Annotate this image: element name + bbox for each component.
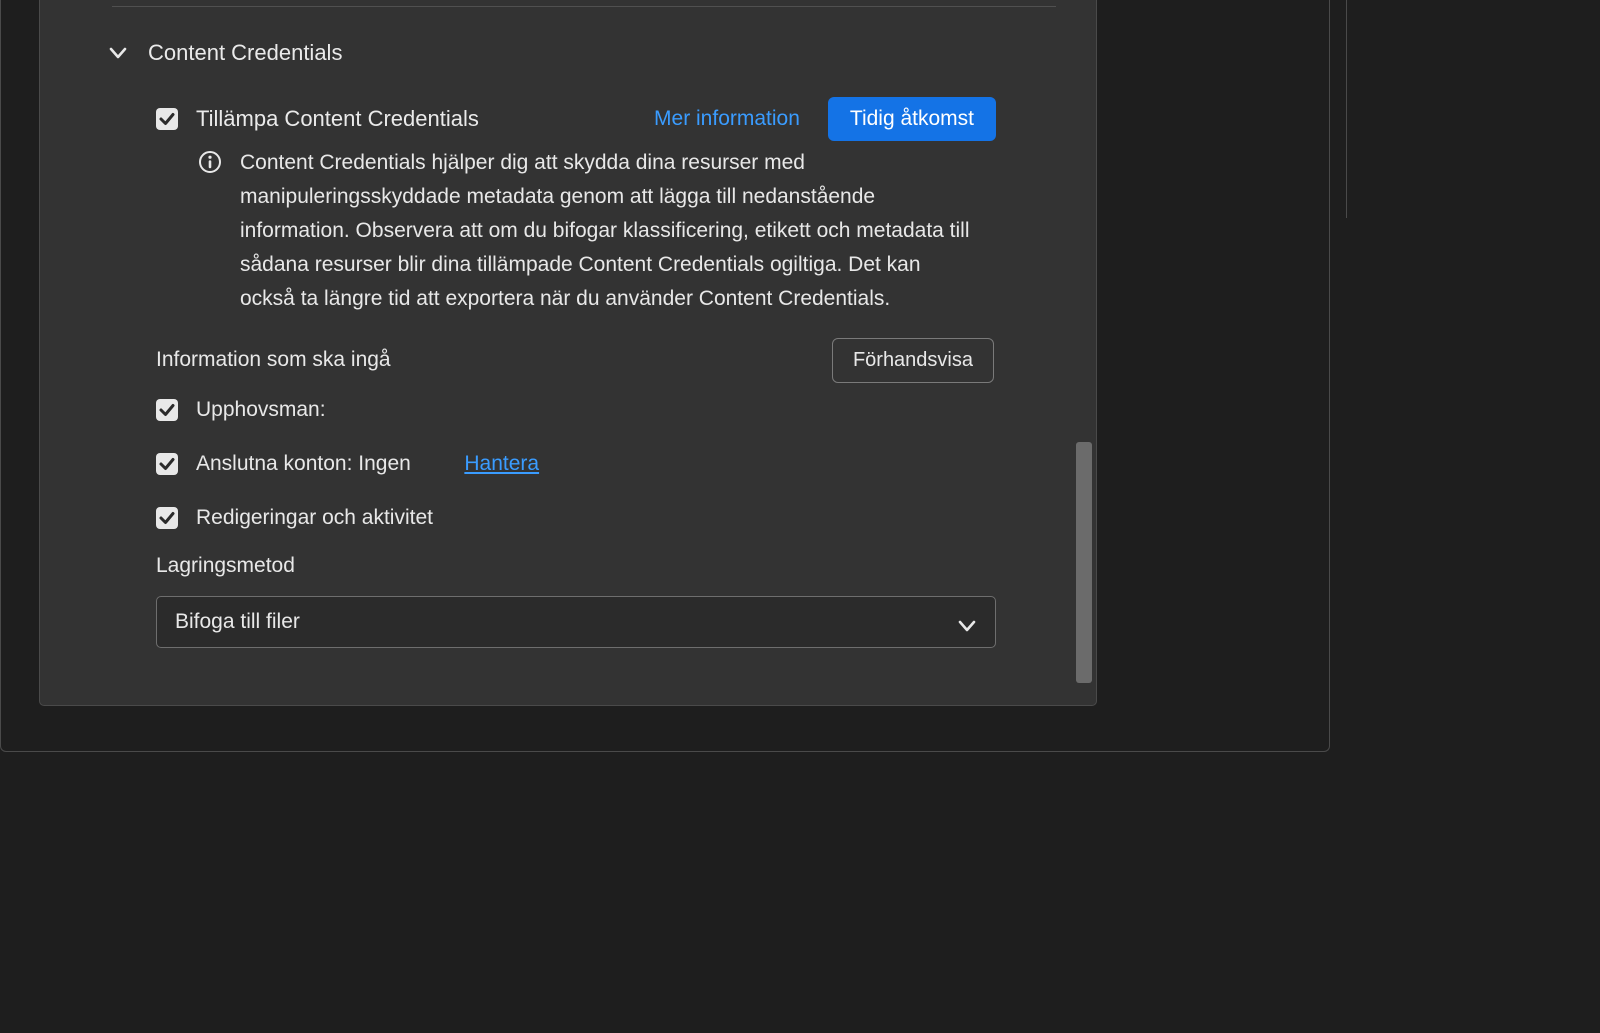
- producer-label: Upphovsman:: [196, 398, 326, 422]
- info-icon: [198, 150, 222, 174]
- section-title: Content Credentials: [148, 40, 342, 66]
- include-heading: Information som ska ingå: [156, 348, 391, 372]
- apply-actions: Mer information Tidig åtkomst: [654, 97, 996, 141]
- storage-dropdown[interactable]: Bifoga till filer: [156, 596, 996, 648]
- accounts-label: Anslutna konton: Ingen: [196, 452, 411, 476]
- vertical-divider: [1346, 0, 1347, 218]
- chevron-down-icon: [108, 46, 128, 60]
- preview-button[interactable]: Förhandsvisa: [832, 338, 994, 383]
- scrollbar-track[interactable]: [1076, 2, 1092, 701]
- chevron-down-icon: [957, 615, 977, 629]
- apply-checkbox[interactable]: [156, 108, 178, 130]
- producer-row: Upphovsman:: [156, 398, 326, 422]
- section-divider: [112, 6, 1056, 7]
- section-header-content-credentials[interactable]: Content Credentials: [108, 40, 342, 66]
- producer-checkbox[interactable]: [156, 399, 178, 421]
- early-access-button[interactable]: Tidig åtkomst: [828, 97, 996, 141]
- manage-link[interactable]: Hantera: [464, 452, 539, 476]
- storage-label: Lagringsmetod: [156, 554, 295, 578]
- apply-row: Tillämpa Content Credentials Mer informa…: [156, 97, 996, 141]
- accounts-row: Anslutna konton: Ingen Hantera: [156, 452, 539, 476]
- info-row: Content Credentials hjälper dig att skyd…: [198, 146, 986, 316]
- storage-dropdown-value: Bifoga till filer: [175, 610, 300, 634]
- apply-label: Tillämpa Content Credentials: [196, 106, 479, 132]
- edits-label: Redigeringar och aktivitet: [196, 506, 433, 530]
- scrollbar-thumb[interactable]: [1076, 442, 1092, 683]
- more-info-link[interactable]: Mer information: [654, 107, 800, 131]
- accounts-checkbox[interactable]: [156, 453, 178, 475]
- dialog-outer-frame: Content Credentials Tillämpa Content Cre…: [0, 0, 1330, 752]
- settings-panel: Content Credentials Tillämpa Content Cre…: [39, 0, 1097, 706]
- info-text: Content Credentials hjälper dig att skyd…: [240, 146, 970, 316]
- edits-row: Redigeringar och aktivitet: [156, 506, 433, 530]
- edits-checkbox[interactable]: [156, 507, 178, 529]
